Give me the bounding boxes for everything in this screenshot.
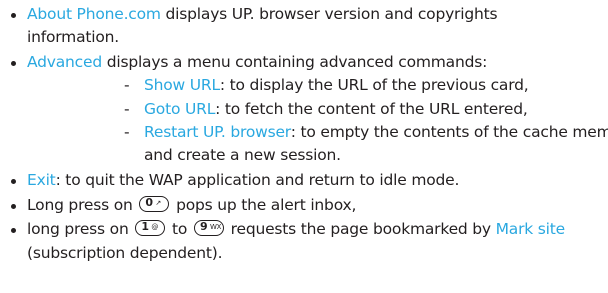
goto-url-desc: : to fetch the content of the URL entere… bbox=[215, 100, 528, 118]
bullet bbox=[11, 179, 16, 184]
mark-site-link[interactable]: Mark site bbox=[496, 220, 566, 238]
advanced-link[interactable]: Advanced bbox=[27, 53, 102, 71]
dash: - bbox=[124, 100, 130, 118]
long-press-1-post: requests the page bookmarked by bbox=[225, 220, 496, 238]
key-9-icon: 9 WX bbox=[193, 220, 224, 236]
key-9-main: 9 bbox=[199, 220, 208, 233]
item-long-press-0: Long press on 0 ↗ pops up the alert inbox… bbox=[27, 194, 356, 216]
key-1-main: 1 bbox=[141, 220, 149, 233]
long-press-1-mid: to bbox=[167, 220, 192, 238]
bullet bbox=[11, 61, 16, 66]
item-exit: Exit: to quit the WAP application and re… bbox=[27, 169, 459, 191]
item-advanced: Advanced displays a menu containing adva… bbox=[27, 51, 487, 73]
dash: - bbox=[124, 123, 130, 141]
key-0-main: 0 bbox=[145, 196, 153, 209]
restart-browser-link[interactable]: Restart UP. browser bbox=[144, 123, 291, 141]
bullet bbox=[11, 204, 16, 209]
key-1-sub: @ bbox=[151, 223, 159, 231]
key-9-sub: WX bbox=[209, 223, 222, 231]
manual-page: About Phone.com displays UP. browser ver… bbox=[0, 0, 608, 293]
goto-url-link[interactable]: Goto URL bbox=[144, 100, 215, 118]
exit-link[interactable]: Exit bbox=[27, 171, 56, 189]
item-long-press-1-9-cont: (subscription dependent). bbox=[27, 242, 223, 264]
item-about-phone: About Phone.com displays UP. browser ver… bbox=[27, 3, 498, 25]
subscription-note: (subscription dependent). bbox=[27, 244, 223, 262]
about-phone-desc-cont: information. bbox=[27, 28, 119, 46]
key-0-sub: ↗ bbox=[155, 199, 162, 207]
show-url-link[interactable]: Show URL bbox=[144, 76, 220, 94]
dash: - bbox=[124, 76, 130, 94]
bullet bbox=[11, 13, 16, 18]
item-restart-browser: Restart UP. browser: to empty the conten… bbox=[144, 121, 608, 143]
about-phone-desc: displays UP. browser version and copyrig… bbox=[160, 5, 498, 23]
key-0-icon: 0 ↗ bbox=[139, 196, 170, 212]
advanced-desc: displays a menu containing advanced comm… bbox=[101, 53, 488, 71]
restart-browser-desc: : to empty the contents of the cache mem… bbox=[290, 123, 608, 141]
item-about-phone-cont: information. bbox=[27, 26, 119, 48]
long-press-0-pre: Long press on bbox=[27, 196, 138, 214]
item-show-url: Show URL: to display the URL of the prev… bbox=[144, 74, 529, 96]
item-goto-url: Goto URL: to fetch the content of the UR… bbox=[144, 98, 528, 120]
bullet bbox=[11, 228, 16, 233]
long-press-0-post: pops up the alert inbox, bbox=[171, 196, 357, 214]
restart-browser-desc-cont: and create a new session. bbox=[144, 146, 341, 164]
show-url-desc: : to display the URL of the previous car… bbox=[219, 76, 529, 94]
item-restart-browser-cont: and create a new session. bbox=[144, 144, 341, 166]
long-press-1-pre: long press on bbox=[27, 220, 134, 238]
exit-desc: : to quit the WAP application and return… bbox=[55, 171, 460, 189]
item-long-press-1-9: long press on 1 @ to 9 WX requests the pag… bbox=[27, 218, 565, 240]
key-1-icon: 1 @ bbox=[135, 220, 166, 236]
about-phone-link[interactable]: About Phone.com bbox=[27, 5, 161, 23]
